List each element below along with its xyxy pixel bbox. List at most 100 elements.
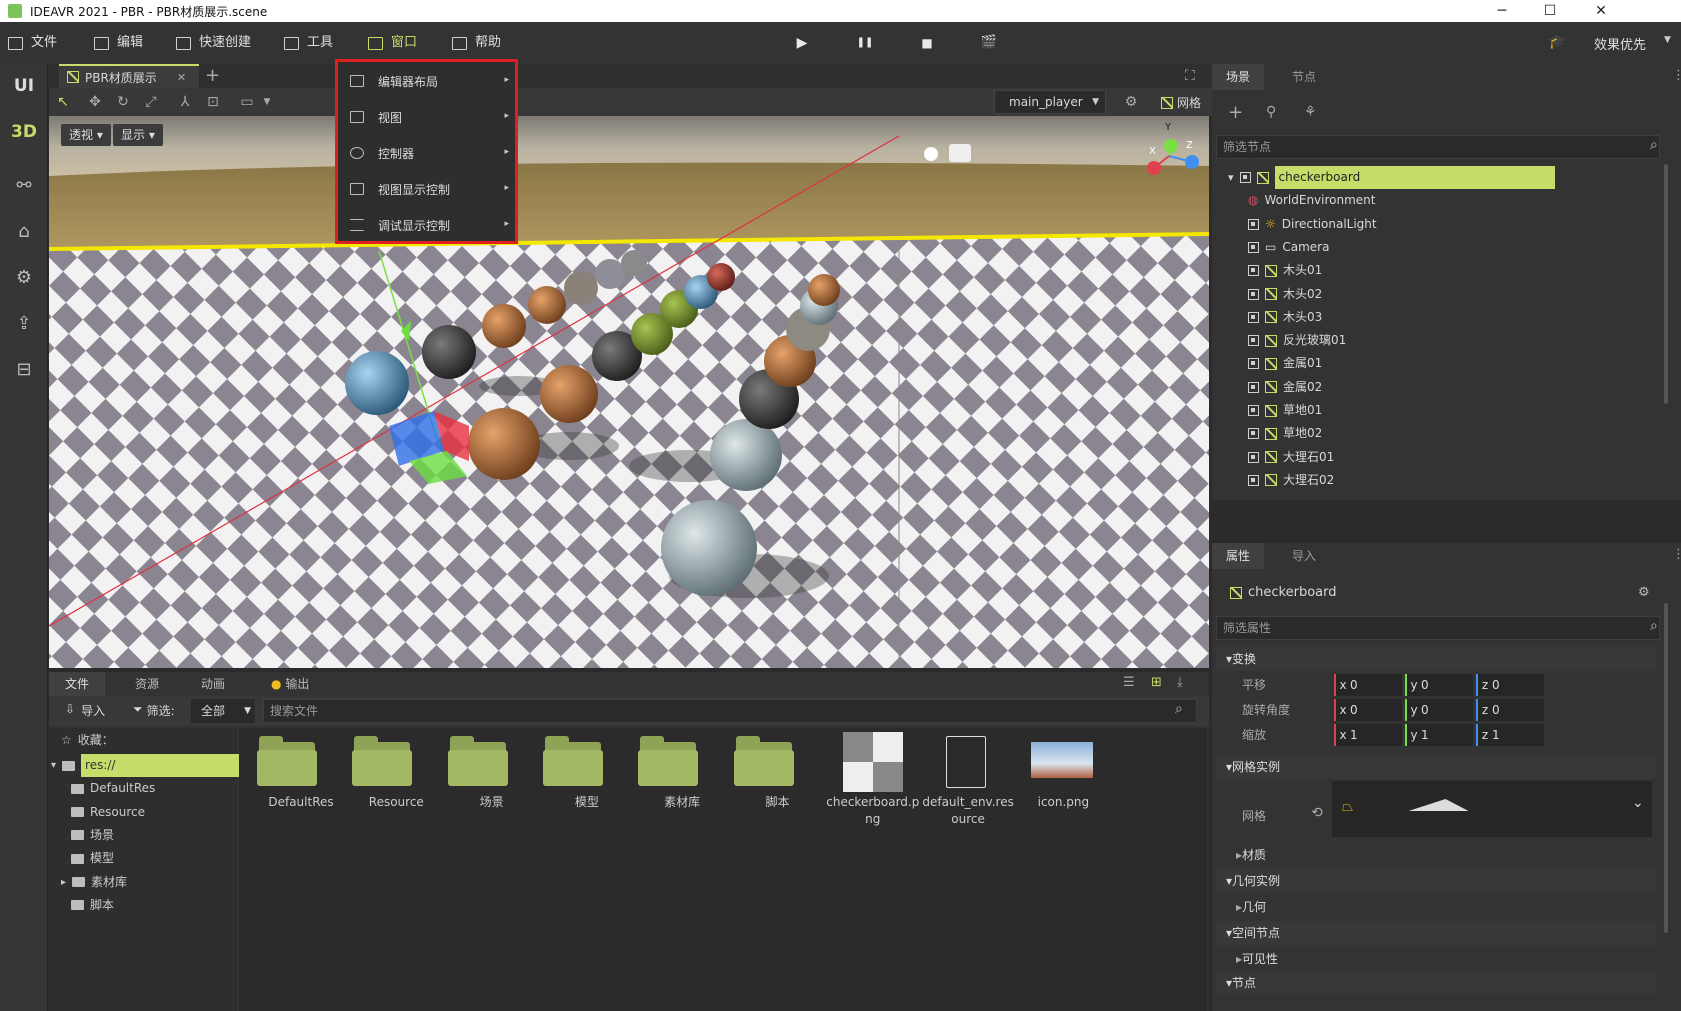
layout-icon[interactable]: ▭ [239,94,255,110]
visibility-checkbox[interactable] [1248,428,1259,440]
vector-y-field[interactable]: y0 [1405,699,1473,721]
menu-tools[interactable]: 工具 [284,22,333,64]
scene-node-row[interactable]: 草地01 [1248,399,1322,422]
tab-animation[interactable]: 动画 [185,672,241,696]
3d-viewport[interactable]: 透视 ▾ 显示 ▾ Y Z X [49,116,1209,668]
file-item[interactable]: 素材库 [634,732,730,842]
file-item[interactable]: default_env.resource [920,732,1016,842]
menu-edit[interactable]: 编辑 [94,22,143,64]
add-tab-button[interactable]: + [205,65,220,86]
tab-scene[interactable]: 场景 [1212,64,1265,90]
section-spatial[interactable]: ▾空间节点 [1216,921,1656,945]
folder-tree-item[interactable]: 场景 [71,824,114,847]
menu-view-display-control[interactable]: 视图显示控制 ▸ [338,171,515,207]
scene-node-row[interactable]: ▭ Camera [1248,236,1329,259]
visibility-checkbox[interactable] [1248,405,1259,416]
menu-help[interactable]: 帮助 [452,22,501,64]
folder-tree-item[interactable]: 模型 [71,847,114,870]
vector-z-field[interactable]: z1 [1476,724,1544,746]
tab-output[interactable]: ● 输出 [255,672,325,696]
vector-x-field[interactable]: x0 [1334,674,1402,696]
subsection-visibility[interactable]: ▸可见性 [1236,947,1278,972]
graduation-cap-icon[interactable]: 🎓 [1548,34,1566,52]
file-item[interactable]: icon.png [1015,732,1111,842]
section-node[interactable]: ▾节点 [1216,973,1656,993]
visibility-checkbox[interactable] [1248,265,1259,277]
vector-x-field[interactable]: x0 [1334,699,1402,721]
display-dropdown[interactable]: 显示 ▾ [113,124,163,146]
import-button[interactable]: ⇩ 导入 [65,702,105,719]
close-tab-icon[interactable]: ✕ [177,71,186,84]
favorites-row[interactable]: ☆ 收藏： [61,729,114,752]
tab-node[interactable]: 节点 [1278,64,1330,90]
visibility-checkbox[interactable] [1248,451,1259,463]
perspective-dropdown[interactable]: 透视 ▾ [61,124,111,146]
collapse-icon[interactable]: ▸ [61,871,66,894]
visibility-checkbox[interactable] [1248,241,1259,253]
select-tool-icon[interactable]: ↖ [55,94,71,110]
section-transform[interactable]: ▾变换 [1216,647,1656,671]
expand-icon[interactable]: ▾ [51,754,56,777]
folder-tree-item[interactable]: 脚本 [71,894,114,917]
folder-tree-item[interactable]: DefaultRes [71,777,155,800]
expand-icon[interactable]: ▾ [1228,166,1234,189]
file-item[interactable]: 模型 [539,732,635,842]
properties-scrollbar[interactable] [1664,603,1668,933]
scene-node-row[interactable]: 木头01 [1248,259,1322,282]
scene-node-row[interactable]: ◍ WorldEnvironment [1248,189,1376,212]
tab-resources[interactable]: 资源 [119,672,175,696]
vector-z-field[interactable]: z0 [1476,699,1544,721]
pause-button[interactable]: ❚❚ [856,34,874,52]
file-item[interactable]: 脚本 [730,732,826,842]
list-view-icon[interactable]: ☰ [1123,675,1135,690]
menu-controller[interactable]: 控制器 ▸ [338,135,515,171]
file-item[interactable]: DefaultRes [253,732,349,842]
download-icon[interactable]: ⤓ [1177,675,1183,690]
vector-y-field[interactable]: y1 [1405,724,1473,746]
file-item[interactable]: Resource [348,732,444,842]
fullscreen-icon[interactable]: ⛶ [1185,68,1195,84]
scene-node-row[interactable]: ☼ DirectionalLight [1248,213,1377,236]
store-icon[interactable]: ⌂ [0,210,48,254]
plugin-icon[interactable]: ⊟ [0,348,48,392]
menu-window[interactable]: 窗口 [368,22,417,64]
more-icon[interactable]: ⋮ [1672,547,1681,562]
scene-node-row[interactable]: 草地02 [1248,422,1322,445]
vector-y-field[interactable]: y0 [1405,674,1473,696]
visibility-checkbox[interactable] [1248,288,1259,300]
scene-node-row[interactable]: 大理石02 [1248,469,1334,492]
rotate-tool-icon[interactable]: ↻ [115,94,131,110]
grid-view-icon[interactable]: ⊞ [1151,675,1162,690]
subsection-material[interactable]: ▸材质 [1236,843,1266,868]
tab-import[interactable]: 导入 [1278,543,1330,569]
menu-debug-display-control[interactable]: 调试显示控制 ▸ [338,207,515,243]
movie-button[interactable]: 🎬 [980,34,998,52]
property-options-icon[interactable]: ⚙ [1638,585,1650,600]
menu-quick-create[interactable]: 快速创建 [176,22,251,64]
folder-tree-item[interactable]: ▾ res:// [51,754,240,777]
file-search-input[interactable]: 搜索文件 [263,699,1197,723]
close-button[interactable]: ✕ [1578,0,1624,22]
quality-mode-label[interactable]: 效果优先 [1594,34,1646,53]
scene-node-row[interactable]: 木头03 [1248,306,1322,329]
instance-icon[interactable]: ⚘ [1304,104,1317,120]
subsection-geometry[interactable]: ▸几何 [1236,895,1266,920]
minimize-button[interactable]: ─ [1479,0,1525,22]
scale-tool-icon[interactable]: ⤢ [143,94,159,110]
grid-toggle[interactable]: 网格 [1161,94,1201,111]
chevron-down-icon[interactable]: ⌄ [1632,795,1644,811]
folder-tree-item[interactable]: ▸ 素材库 [61,871,127,894]
quality-dropdown-icon[interactable]: ▼ [1664,35,1671,45]
scene-node-row[interactable]: 反光玻璃01 [1248,329,1346,352]
folder-tree-item[interactable]: Resource [71,801,145,824]
vector-z-field[interactable]: z0 [1476,674,1544,696]
file-item[interactable]: 场景 [444,732,540,842]
scene-node-row[interactable]: ▾ checkerboard [1228,166,1555,189]
visibility-checkbox[interactable] [1248,474,1259,486]
export-icon[interactable]: ⇪ [0,302,48,346]
filter-select[interactable]: 全部 ▼ [191,699,255,723]
visibility-checkbox[interactable] [1248,335,1259,347]
play-button[interactable]: ▶ [793,34,811,52]
move-tool-icon[interactable]: ✥ [87,94,103,110]
snap-icon[interactable]: ⊡ [205,94,221,110]
